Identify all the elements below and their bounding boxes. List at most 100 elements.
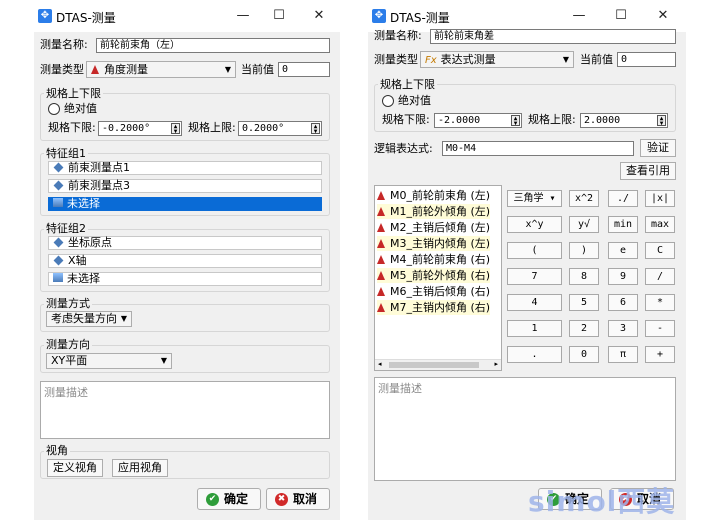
- upper-limit-spinner[interactable]: 0.2000° ▲ ▼: [238, 121, 322, 136]
- minimize-button[interactable]: —: [566, 6, 592, 26]
- abs-radio[interactable]: [382, 95, 394, 107]
- horizontal-scrollbar[interactable]: ◂ ▸: [375, 359, 501, 370]
- ok-button[interactable]: ✔ 确定: [197, 488, 261, 510]
- current-value-field[interactable]: 0: [617, 52, 676, 67]
- key-8[interactable]: 8: [569, 268, 599, 285]
- measurement-item-m5[interactable]: M5_前轮外倾角 (右): [377, 268, 491, 283]
- key-power[interactable]: x^y: [507, 216, 562, 233]
- key-min[interactable]: min: [608, 216, 638, 233]
- feature1-item-1[interactable]: 前束测量点1: [48, 161, 322, 175]
- angle-icon: [377, 239, 385, 248]
- spinner-arrows-icon[interactable]: ▲ ▼: [171, 123, 180, 135]
- spinner-arrows-icon[interactable]: ▲ ▼: [657, 115, 666, 127]
- lower-limit-spinner[interactable]: -0.2000° ▲ ▼: [98, 121, 182, 136]
- cancel-button[interactable]: ✖ 取消: [266, 488, 330, 510]
- type-value: 角度测量: [104, 63, 148, 76]
- feature2-item-3-label: 未选择: [67, 272, 100, 285]
- maximize-button[interactable]: ☐: [608, 6, 634, 26]
- point-icon: [53, 255, 64, 266]
- feature1-item-3[interactable]: 未选择: [48, 197, 322, 211]
- apply-view-button[interactable]: 应用视角: [112, 459, 168, 477]
- measurement-item-m0[interactable]: M0_前轮前束角 (左): [377, 188, 490, 203]
- key-6[interactable]: 6: [608, 294, 638, 311]
- key-5[interactable]: 5: [569, 294, 599, 311]
- maximize-button[interactable]: ☐: [266, 6, 292, 26]
- current-label: 当前值: [580, 53, 613, 66]
- key-minus[interactable]: -: [645, 320, 675, 337]
- description-textarea[interactable]: 测量描述: [40, 381, 330, 439]
- key-2[interactable]: 2: [569, 320, 599, 337]
- key-plus[interactable]: +: [645, 346, 675, 363]
- description-textarea[interactable]: 测量描述: [374, 377, 676, 481]
- key-root[interactable]: y√: [569, 216, 599, 233]
- key-0[interactable]: 0: [569, 346, 599, 363]
- measurement-list[interactable]: M0_前轮前束角 (左) M1_前轮外倾角 (左) M2_主销后倾角 (左) M…: [374, 185, 502, 371]
- upper-limit-spinner[interactable]: 2.0000 ▲ ▼: [580, 113, 668, 128]
- expression-input[interactable]: M0-M4: [442, 141, 634, 156]
- key-open-paren[interactable]: (: [507, 242, 562, 259]
- key-9[interactable]: 9: [608, 268, 638, 285]
- feature2-item-3[interactable]: 未选择: [48, 272, 322, 286]
- key-e[interactable]: e: [608, 242, 638, 259]
- feature-group-2-title: 特征组2: [44, 222, 88, 236]
- measurement-item-m4[interactable]: M4_前轮前束角 (右): [377, 252, 490, 267]
- trig-dropdown-button[interactable]: 三角学 ▾: [507, 190, 562, 207]
- close-button[interactable]: ✕: [306, 6, 332, 26]
- key-abs[interactable]: |x|: [645, 190, 675, 207]
- key-pi[interactable]: π: [608, 346, 638, 363]
- ok-label: 确定: [224, 492, 249, 506]
- minimize-button[interactable]: —: [230, 6, 256, 26]
- direction-select[interactable]: XY平面 ▼: [46, 353, 172, 369]
- lower-limit-value: -2.0000: [438, 115, 481, 126]
- measurement-item-m6[interactable]: M6_主销后倾角 (右): [377, 284, 490, 299]
- measurement-item-m3[interactable]: M3_主销内倾角 (左): [377, 236, 491, 251]
- abs-radio[interactable]: [48, 103, 60, 115]
- key-4[interactable]: 4: [507, 294, 562, 311]
- key-sqrt[interactable]: ./: [608, 190, 638, 207]
- measurement-label: M5_前轮外倾角 (右): [390, 269, 491, 282]
- feature2-item-1[interactable]: 坐标原点: [48, 236, 322, 250]
- scroll-right-icon[interactable]: ▸: [494, 360, 498, 368]
- view-references-button[interactable]: 查看引用: [620, 162, 676, 180]
- current-value-field[interactable]: 0: [278, 62, 330, 77]
- key-7[interactable]: 7: [507, 268, 562, 285]
- tree-node-icon: [53, 273, 63, 282]
- verify-button[interactable]: 验证: [640, 139, 676, 157]
- key-divide[interactable]: /: [645, 268, 675, 285]
- lower-limit-spinner[interactable]: -2.0000 ▲ ▼: [434, 113, 522, 128]
- close-button[interactable]: ✕: [650, 6, 676, 26]
- key-max[interactable]: max: [645, 216, 675, 233]
- key-decimal[interactable]: .: [507, 346, 562, 363]
- key-close-paren[interactable]: ): [569, 242, 599, 259]
- angle-icon: [91, 65, 99, 74]
- direction-group-title: 测量方向: [44, 338, 92, 352]
- method-select[interactable]: 考虑矢量方向 ▼: [46, 311, 132, 327]
- limits-group-title: 规格上下限: [44, 87, 103, 101]
- key-clear[interactable]: C: [645, 242, 675, 259]
- define-view-button[interactable]: 定义视角: [47, 459, 103, 477]
- scrollbar-thumb[interactable]: [389, 362, 479, 368]
- measurement-item-m1[interactable]: M1_前轮外倾角 (左): [377, 204, 491, 219]
- measure-name-input[interactable]: 前轮前束角差: [430, 29, 676, 44]
- lower-limit-label: 规格下限:: [382, 113, 430, 126]
- cancel-label: 取消: [293, 492, 318, 506]
- feature1-item-3-label: 未选择: [67, 197, 100, 210]
- key-square[interactable]: x^2: [569, 190, 599, 207]
- spinner-arrows-icon[interactable]: ▲ ▼: [311, 123, 320, 135]
- spinner-arrows-icon[interactable]: ▲ ▼: [511, 115, 520, 127]
- key-multiply[interactable]: *: [645, 294, 675, 311]
- key-1[interactable]: 1: [507, 320, 562, 337]
- feature1-item-2[interactable]: 前束测量点3: [48, 179, 322, 193]
- measurement-item-m2[interactable]: M2_主销后倾角 (左): [377, 220, 490, 235]
- angle-icon: [377, 255, 385, 264]
- key-3[interactable]: 3: [608, 320, 638, 337]
- measure-name-input[interactable]: 前轮前束角（左）: [96, 38, 330, 53]
- measure-type-select[interactable]: Fx 表达式测量 ▼: [420, 51, 574, 68]
- cancel-icon: ✖: [275, 493, 288, 506]
- measure-type-select[interactable]: 角度测量 ▼: [86, 61, 236, 78]
- point-icon: [53, 237, 64, 248]
- scroll-left-icon[interactable]: ◂: [378, 360, 382, 368]
- measurement-item-m7[interactable]: M7_主销内倾角 (右): [377, 300, 491, 315]
- feature2-item-2[interactable]: X轴: [48, 254, 322, 268]
- app-icon: ✥: [38, 9, 52, 23]
